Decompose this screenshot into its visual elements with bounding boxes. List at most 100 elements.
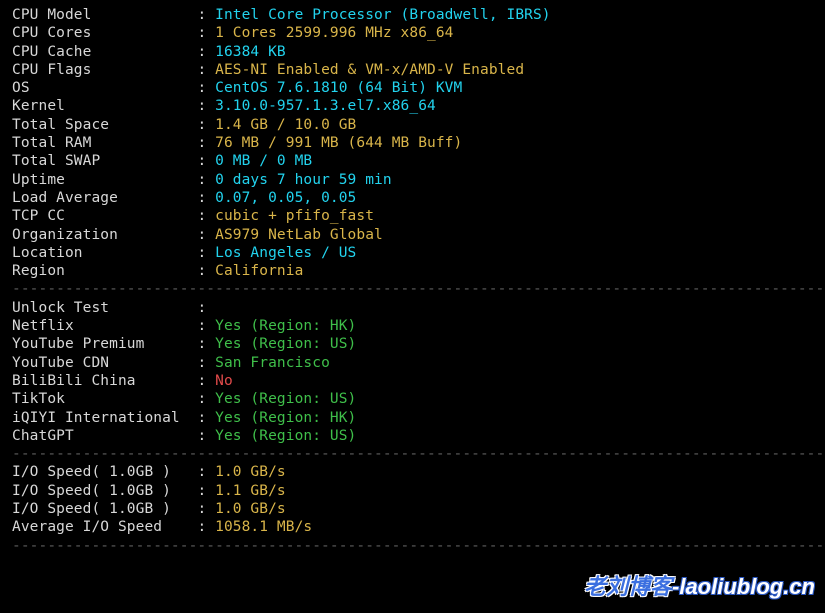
unlock-iqiyi-label: iQIYI International	[12, 410, 197, 426]
info-total_space-row: Total Space : 1.4 GB / 10.0 GB	[12, 116, 813, 134]
info-location-row: Location : Los Angeles / US	[12, 244, 813, 262]
colon-separator: :	[197, 391, 215, 407]
colon-separator: :	[197, 483, 215, 499]
info-os-row: OS : CentOS 7.6.1810 (64 Bit) KVM	[12, 79, 813, 97]
terminal-output: CPU Model : Intel Core Processor (Broadw…	[0, 0, 825, 561]
colon-separator: :	[197, 172, 215, 188]
unlock-chatgpt-row: ChatGPT : Yes (Region: US)	[12, 427, 813, 445]
unlock-tiktok-row: TikTok : Yes (Region: US)	[12, 390, 813, 408]
colon-separator: :	[197, 135, 215, 151]
unlock-iqiyi-row: iQIYI International : Yes (Region: HK)	[12, 409, 813, 427]
io-avg-value: 1058.1 MB/s	[215, 519, 312, 535]
info-uptime-label: Uptime	[12, 172, 197, 188]
colon-separator: :	[197, 318, 215, 334]
info-cpu_cores-label: CPU Cores	[12, 25, 197, 41]
colon-separator: :	[197, 300, 215, 316]
unlock-tiktok-value: Yes (Region: US)	[215, 391, 356, 407]
colon-separator: :	[197, 519, 215, 535]
info-tcp_cc-row: TCP CC : cubic + pfifo_fast	[12, 207, 813, 225]
watermark: 老刘博客-laoliublog.cn	[584, 569, 815, 601]
info-uptime-row: Uptime : 0 days 7 hour 59 min	[12, 171, 813, 189]
unlock-tiktok-label: TikTok	[12, 391, 197, 407]
unlock-yt_premium-value: Yes (Region: US)	[215, 336, 356, 352]
watermark-en: -laoliublog.cn	[672, 574, 815, 599]
info-kernel-label: Kernel	[12, 98, 197, 114]
info-region-value: California	[215, 263, 303, 279]
info-total_ram-row: Total RAM : 76 MB / 991 MB (644 MB Buff)	[12, 134, 813, 152]
info-organization-row: Organization : AS979 NetLab Global	[12, 226, 813, 244]
info-cpu_cache-label: CPU Cache	[12, 44, 197, 60]
io-avg-row: Average I/O Speed : 1058.1 MB/s	[12, 518, 813, 536]
io-test1-row: I/O Speed( 1.0GB ) : 1.0 GB/s	[12, 463, 813, 481]
info-region-label: Region	[12, 263, 197, 279]
unlock-yt_premium-label: YouTube Premium	[12, 336, 197, 352]
info-uptime-value: 0 days 7 hour 59 min	[215, 172, 392, 188]
unlock-chatgpt-value: Yes (Region: US)	[215, 428, 356, 444]
info-kernel-row: Kernel : 3.10.0-957.1.3.el7.x86_64	[12, 97, 813, 115]
info-os-value: CentOS 7.6.1810 (64 Bit) KVM	[215, 80, 462, 96]
colon-separator: :	[197, 355, 215, 371]
unlock-bilibili-value: No	[215, 373, 233, 389]
colon-separator: :	[197, 44, 215, 60]
colon-separator: :	[197, 80, 215, 96]
colon-separator: :	[197, 7, 215, 23]
io-avg-label: Average I/O Speed	[12, 519, 197, 535]
colon-separator: :	[197, 245, 215, 261]
unlock-yt_premium-row: YouTube Premium : Yes (Region: US)	[12, 335, 813, 353]
info-cpu_flags-row: CPU Flags : AES-NI Enabled & VM-x/AMD-V …	[12, 61, 813, 79]
unlock-bilibili-label: BiliBili China	[12, 373, 197, 389]
io-test2-row: I/O Speed( 1.0GB ) : 1.1 GB/s	[12, 482, 813, 500]
unlock-chatgpt-label: ChatGPT	[12, 428, 197, 444]
io-test3-label: I/O Speed( 1.0GB )	[12, 501, 197, 517]
info-load_average-value: 0.07, 0.05, 0.05	[215, 190, 356, 206]
separator-line: ----------------------------------------…	[12, 280, 813, 298]
colon-separator: :	[197, 464, 215, 480]
info-cpu_flags-label: CPU Flags	[12, 62, 197, 78]
unlock-yt_cdn-value: San Francisco	[215, 355, 330, 371]
unlock-bilibili-row: BiliBili China : No	[12, 372, 813, 390]
info-region-row: Region : California	[12, 262, 813, 280]
unlock-iqiyi-value: Yes (Region: HK)	[215, 410, 356, 426]
unlock-netflix-row: Netflix : Yes (Region: HK)	[12, 317, 813, 335]
colon-separator: :	[197, 501, 215, 517]
info-location-label: Location	[12, 245, 197, 261]
colon-separator: :	[197, 117, 215, 133]
unlock-header-row: Unlock Test :	[12, 299, 813, 317]
io-test1-value: 1.0 GB/s	[215, 464, 286, 480]
colon-separator: :	[197, 25, 215, 41]
info-cpu_cache-row: CPU Cache : 16384 KB	[12, 43, 813, 61]
info-total_ram-value: 76 MB / 991 MB (644 MB Buff)	[215, 135, 462, 151]
colon-separator: :	[197, 227, 215, 243]
colon-separator: :	[197, 410, 215, 426]
info-load_average-row: Load Average : 0.07, 0.05, 0.05	[12, 189, 813, 207]
info-cpu_flags-value: AES-NI Enabled & VM-x/AMD-V Enabled	[215, 62, 524, 78]
info-tcp_cc-value: cubic + pfifo_fast	[215, 208, 374, 224]
unlock-netflix-value: Yes (Region: HK)	[215, 318, 356, 334]
colon-separator: :	[197, 62, 215, 78]
unlock-header-label: Unlock Test	[12, 300, 197, 316]
colon-separator: :	[197, 98, 215, 114]
info-total_space-value: 1.4 GB / 10.0 GB	[215, 117, 356, 133]
colon-separator: :	[197, 428, 215, 444]
info-organization-value: AS979 NetLab Global	[215, 227, 383, 243]
colon-separator: :	[197, 208, 215, 224]
colon-separator: :	[197, 336, 215, 352]
io-test2-label: I/O Speed( 1.0GB )	[12, 483, 197, 499]
info-kernel-value: 3.10.0-957.1.3.el7.x86_64	[215, 98, 436, 114]
colon-separator: :	[197, 153, 215, 169]
info-total_swap-value: 0 MB / 0 MB	[215, 153, 312, 169]
separator-line: ----------------------------------------…	[12, 537, 813, 555]
info-cpu_cores-row: CPU Cores : 1 Cores 2599.996 MHz x86_64	[12, 24, 813, 42]
colon-separator: :	[197, 263, 215, 279]
io-test2-value: 1.1 GB/s	[215, 483, 286, 499]
info-cpu_cache-value: 16384 KB	[215, 44, 286, 60]
info-os-label: OS	[12, 80, 197, 96]
colon-separator: :	[197, 373, 215, 389]
io-test1-label: I/O Speed( 1.0GB )	[12, 464, 197, 480]
info-cpu_model-row: CPU Model : Intel Core Processor (Broadw…	[12, 6, 813, 24]
unlock-netflix-label: Netflix	[12, 318, 197, 334]
info-total_ram-label: Total RAM	[12, 135, 197, 151]
info-total_swap-row: Total SWAP : 0 MB / 0 MB	[12, 152, 813, 170]
colon-separator: :	[197, 190, 215, 206]
info-total_swap-label: Total SWAP	[12, 153, 197, 169]
